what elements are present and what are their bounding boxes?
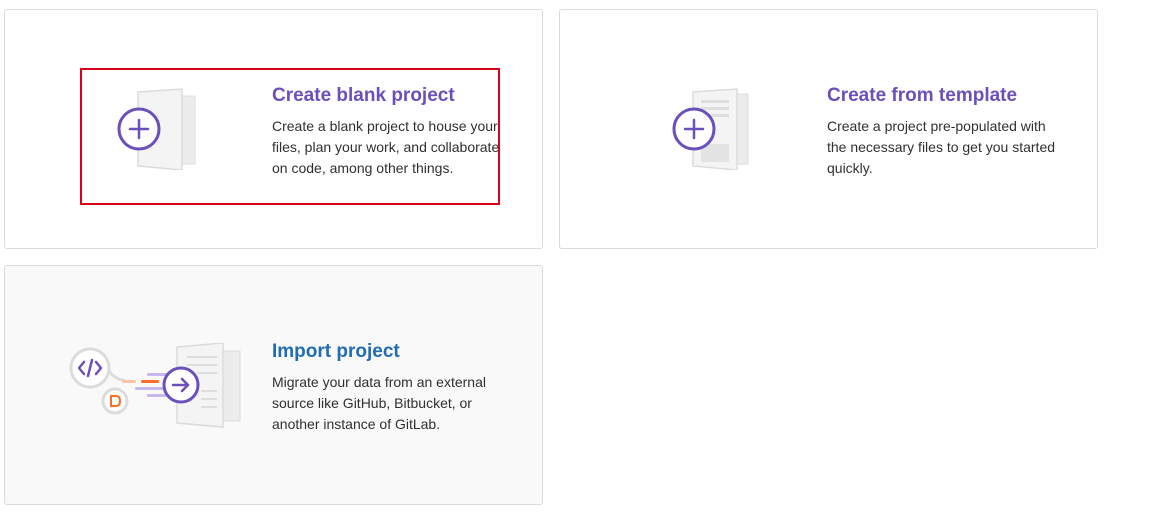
selection-highlight bbox=[80, 68, 500, 205]
create-from-template-title: Create from template bbox=[827, 85, 1018, 106]
create-from-template-description: Create a project pre-populated with the … bbox=[827, 118, 1056, 176]
import-project-description: Migrate your data from an external sourc… bbox=[272, 374, 486, 432]
import-project-card[interactable]: Import project Migrate your data from an… bbox=[4, 265, 543, 505]
import-project-icon bbox=[69, 343, 241, 428]
template-project-icon bbox=[672, 88, 749, 170]
create-from-template-card[interactable]: Create from template Create a project pr… bbox=[559, 9, 1098, 249]
import-project-title: Import project bbox=[272, 341, 400, 362]
